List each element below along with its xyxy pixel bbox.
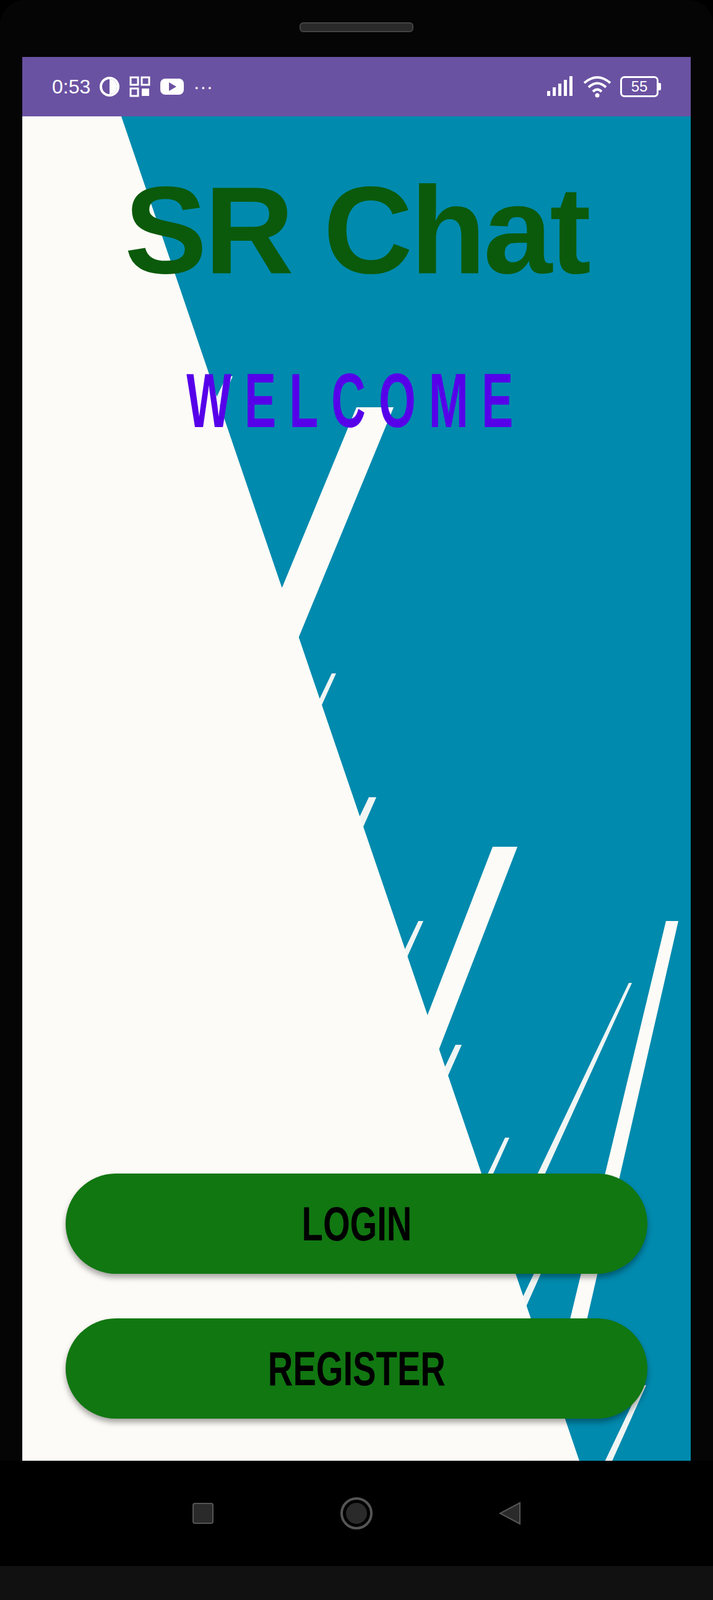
data-saver-icon xyxy=(99,76,121,98)
battery: 55 xyxy=(620,76,662,98)
more-notifications: ··· xyxy=(193,75,213,99)
bottom-bezel xyxy=(0,1565,713,1600)
screen: 0:53 ··· 55 SR Chat WELCOME LOGIN REGISTER xyxy=(22,56,691,1461)
top-bezel xyxy=(0,0,713,57)
apps-icon xyxy=(128,75,152,98)
navigation-bar xyxy=(0,1460,713,1566)
signal-icon xyxy=(545,76,575,98)
phone-frame: 0:53 ··· 55 SR Chat WELCOME LOGIN REGISTER xyxy=(0,0,713,1600)
battery-tip xyxy=(658,82,662,91)
button-label: LOGIN xyxy=(301,1195,412,1253)
login-button[interactable]: LOGIN xyxy=(65,1173,648,1274)
register-button[interactable]: REGISTER xyxy=(65,1318,648,1419)
wifi-icon xyxy=(583,75,612,98)
welcome-text: WELCOME xyxy=(186,360,527,441)
recents-icon[interactable] xyxy=(190,1500,216,1526)
status-time: 0:53 xyxy=(51,75,91,99)
welcome-screen: SR Chat WELCOME LOGIN REGISTER xyxy=(22,116,691,1461)
battery-level: 55 xyxy=(631,77,649,95)
speaker xyxy=(299,22,414,33)
button-group: LOGIN REGISTER xyxy=(65,1173,648,1419)
status-bar: 0:53 ··· 55 xyxy=(22,56,691,117)
button-label: REGISTER xyxy=(267,1340,446,1397)
back-icon[interactable] xyxy=(497,1500,523,1526)
app-title: SR Chat xyxy=(118,168,595,293)
youtube-icon xyxy=(159,77,185,96)
home-icon[interactable] xyxy=(339,1495,374,1531)
battery-icon: 55 xyxy=(620,76,659,98)
